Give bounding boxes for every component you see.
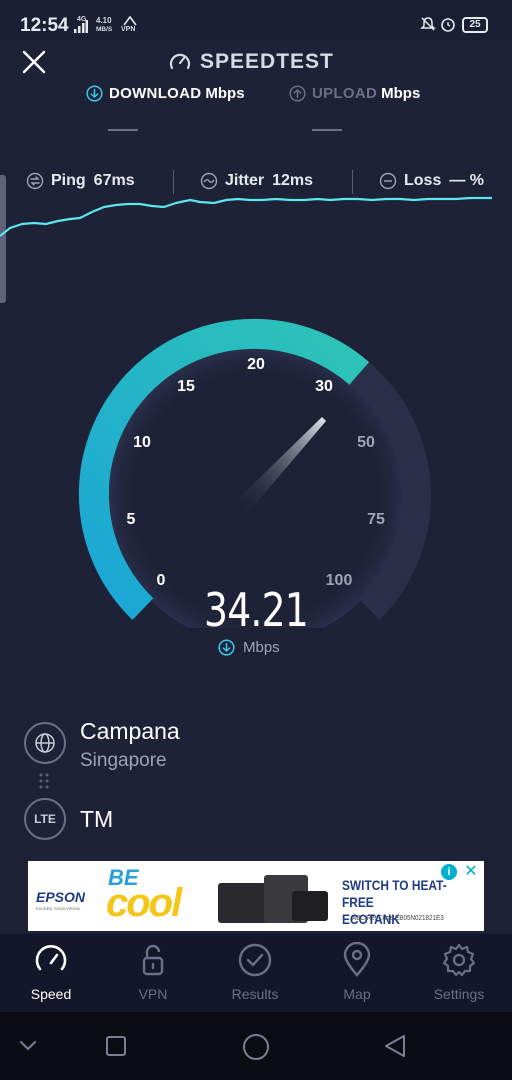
battery-indicator: 25 <box>462 17 488 33</box>
jitter-metric: Jitter 12ms <box>200 170 313 192</box>
home-icon[interactable] <box>242 1033 270 1061</box>
current-speed-value: 34.21 <box>204 583 309 637</box>
ad-brand: EPSON <box>36 889 86 905</box>
ad-ref-code: ABC Ref Code EB05N021821E3 <box>352 915 444 922</box>
recent-apps-icon[interactable] <box>105 1035 127 1057</box>
gauge-tick-5: 5 <box>126 511 136 528</box>
gear-icon <box>442 943 476 977</box>
vpn-indicator: VPN <box>121 26 136 33</box>
speed-unit: Mbps <box>218 637 280 657</box>
loss-icon <box>379 172 397 190</box>
gauge-tick-10: 10 <box>133 434 151 451</box>
nav-settings[interactable]: Settings <box>408 934 510 1012</box>
ad-close-icon[interactable]: ✕ <box>462 863 480 881</box>
ad-brand-tagline: EXCEED YOUR VISION <box>36 906 80 911</box>
download-arrow-icon <box>86 84 103 102</box>
lte-icon: LTE <box>34 812 56 826</box>
upload-label: UPLOAD Mbps <box>289 83 420 103</box>
check-circle-icon <box>238 943 272 977</box>
ping-metric: Ping 67ms <box>26 170 135 192</box>
nav-results[interactable]: Results <box>204 934 306 1012</box>
alarm-icon <box>441 18 455 32</box>
isp-name[interactable]: TM <box>80 806 113 833</box>
gauge-tick-20: 20 <box>247 356 265 373</box>
ping-icon <box>26 172 44 190</box>
loss-metric: Loss — % <box>379 170 484 192</box>
status-time: 12:54 <box>20 15 69 36</box>
close-icon[interactable] <box>20 48 48 76</box>
gauge-tick-15: 15 <box>177 378 195 395</box>
server-globe-button[interactable] <box>24 722 66 764</box>
system-navigation-bar <box>0 1012 512 1080</box>
server-name[interactable]: Campana <box>80 718 180 745</box>
signal-icon <box>74 20 88 33</box>
speedometer-logo-icon <box>169 53 191 70</box>
speedometer-icon <box>35 945 67 971</box>
ad-cool-text: cool <box>106 881 182 925</box>
network-speed-unit: MB/S <box>96 26 113 33</box>
upload-arrow-icon <box>289 84 306 102</box>
nav-vpn[interactable]: VPN <box>102 934 204 1012</box>
download-value-placeholder <box>108 129 138 131</box>
ad-banner[interactable]: EPSON EXCEED YOUR VISION BE cool SWITCH … <box>28 861 484 931</box>
gauge-tick-50: 50 <box>357 434 375 451</box>
nav-map[interactable]: Map <box>306 934 408 1012</box>
connector-dots <box>39 773 49 789</box>
ad-headline: SWITCH TO HEAT-FREE ECOTANK PRINTERS <box>342 877 447 931</box>
notifications-muted-icon <box>420 17 436 31</box>
speed-graph-line <box>0 196 492 237</box>
globe-icon <box>35 733 55 753</box>
upload-value-placeholder <box>312 129 342 131</box>
unlocked-padlock-icon <box>142 944 164 976</box>
server-location: Singapore <box>80 750 167 771</box>
gauge-tick-75: 75 <box>367 511 385 528</box>
title-text: SPEEDTEST <box>200 50 334 73</box>
gauge-tick-30: 30 <box>315 378 333 395</box>
network-speed-value: 4.10 <box>96 16 112 25</box>
download-arrow-icon <box>218 638 235 656</box>
status-bar: 12:54 4G 4.10 MB/S VPN 25 <box>0 0 512 40</box>
app-title: SPEEDTEST <box>168 48 334 76</box>
ad-info-icon[interactable]: i <box>441 864 457 880</box>
jitter-icon <box>200 172 218 190</box>
isp-button[interactable]: LTE <box>24 798 66 840</box>
nav-speed[interactable]: Speed <box>0 934 102 1012</box>
download-label: DOWNLOAD Mbps <box>86 83 245 103</box>
printer-image <box>292 891 328 921</box>
bottom-navigation: Speed VPN Results Map Settings <box>0 934 512 1012</box>
map-pin-icon <box>343 942 371 977</box>
chevron-down-icon[interactable] <box>18 1038 38 1054</box>
gauge-tick-0: 0 <box>156 572 166 589</box>
back-icon[interactable] <box>382 1033 408 1059</box>
